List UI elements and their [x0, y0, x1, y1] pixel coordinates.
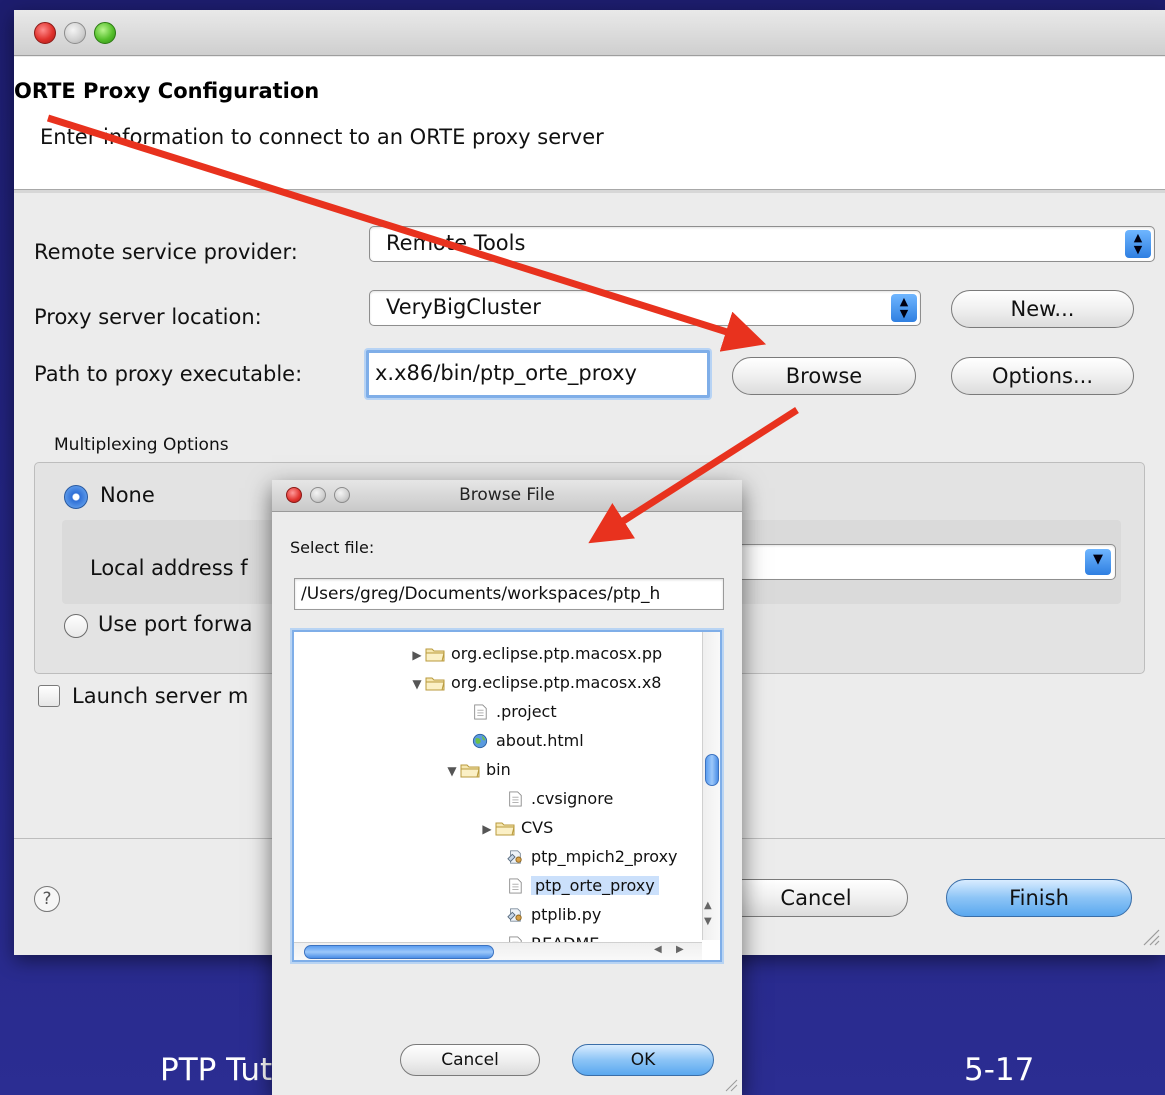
file-icon [505, 875, 525, 894]
browse-button[interactable]: Browse [732, 357, 916, 395]
file-path-input[interactable]: /Users/greg/Documents/workspaces/ptp_h [294, 578, 724, 610]
tree-item-label: org.eclipse.ptp.macosx.x8 [451, 673, 662, 692]
tree-item[interactable]: about.html [454, 727, 584, 755]
close-window-button[interactable] [34, 22, 56, 44]
scroll-up-arrow-icon[interactable]: ▲ [704, 900, 712, 911]
disclosure-expanded-icon[interactable]: ▼ [409, 670, 425, 698]
finish-button[interactable]: Finish [946, 879, 1132, 917]
local-address-label: Local address f [90, 556, 248, 580]
horizontal-scroll-thumb[interactable] [304, 945, 494, 959]
vertical-scroll-thumb[interactable] [705, 754, 719, 786]
banner-divider [14, 190, 1165, 193]
zoom-window-button[interactable] [94, 22, 116, 44]
scroll-down-arrow-icon[interactable]: ▼ [704, 916, 712, 927]
disclosure-collapsed-icon[interactable]: ▶ [479, 815, 495, 843]
help-icon[interactable]: ? [34, 886, 60, 912]
tree-item-label: ptp_orte_proxy [531, 876, 659, 895]
disclosure-collapsed-icon[interactable]: ▶ [409, 641, 425, 669]
multiplexing-title: Multiplexing Options [54, 435, 229, 455]
folder-icon [425, 672, 445, 691]
slide-page-number: 5-17 [964, 1052, 1035, 1088]
executable-icon [505, 904, 525, 922]
tree-item[interactable]: ptp_mpich2_proxy [489, 843, 678, 871]
path-input[interactable]: x.x86/bin/ptp_orte_proxy [366, 350, 710, 398]
tree-item-label: CVS [521, 818, 554, 837]
options-button[interactable]: Options... [951, 357, 1134, 395]
tree-item[interactable]: .project [454, 698, 557, 726]
remote-service-label: Remote service provider: [34, 240, 298, 264]
tree-item-label: .project [496, 702, 557, 721]
tree-item[interactable]: ▼ org.eclipse.ptp.macosx.x8 [409, 669, 661, 697]
file-tree[interactable]: ▶ org.eclipse.ptp.macosx.pp ▼ org.eclipse.p… [292, 630, 722, 962]
tree-item[interactable]: ▶ CVS [479, 814, 553, 842]
remote-service-select[interactable]: Remote Tools ▲ ▼ [369, 226, 1155, 262]
proxy-location-value: VeryBigCluster [386, 295, 541, 319]
dialog-ok-button[interactable]: OK [572, 1044, 714, 1076]
tree-item-label: bin [486, 760, 511, 779]
window-titlebar[interactable] [14, 10, 1165, 56]
tree-item[interactable]: .cvsignore [489, 785, 613, 813]
tree-item-label: ptplib.py [531, 905, 602, 924]
disclosure-expanded-icon[interactable]: ▼ [444, 757, 460, 785]
file-icon [505, 788, 525, 807]
tree-item-label: about.html [496, 731, 584, 750]
dialog-resize-grip-icon[interactable] [724, 1078, 738, 1092]
proxy-location-select[interactable]: VeryBigCluster ▲ ▼ [369, 290, 921, 326]
dialog-cancel-button[interactable]: Cancel [400, 1044, 540, 1076]
wizard-banner: ORTE Proxy Configuration Enter informati… [14, 57, 1165, 190]
new-connection-button[interactable]: New... [951, 290, 1134, 328]
mux-none-radio[interactable] [64, 485, 88, 509]
dropdown-arrow-icon: ▼ [1085, 549, 1111, 575]
tree-item-label: ptp_mpich2_proxy [531, 847, 678, 866]
select-file-label: Select file: [290, 538, 375, 557]
folder-icon [460, 759, 480, 778]
select-arrows-icon: ▲ ▼ [1125, 230, 1151, 258]
page-title: ORTE Proxy Configuration [14, 79, 320, 103]
folder-icon [495, 817, 515, 836]
page-description: Enter information to connect to an ORTE … [40, 125, 604, 149]
cancel-button[interactable]: Cancel [724, 879, 908, 917]
file-icon [470, 701, 490, 720]
tree-item[interactable]: ▶ org.eclipse.ptp.macosx.pp [409, 640, 662, 668]
folder-icon [425, 643, 445, 662]
resize-grip-icon[interactable] [1140, 926, 1160, 946]
tree-item[interactable]: ptplib.py [489, 901, 601, 929]
mux-port-forward-radio[interactable] [64, 614, 88, 638]
mux-port-forward-label: Use port forwa [98, 612, 253, 636]
tree-item-label: org.eclipse.ptp.macosx.pp [451, 644, 663, 663]
globe-icon [470, 730, 490, 749]
path-label: Path to proxy executable: [34, 362, 303, 386]
scroll-left-arrow-icon[interactable]: ◀ [654, 944, 662, 955]
executable-icon [505, 846, 525, 864]
launch-server-label: Launch server m [72, 684, 249, 708]
minimize-window-button[interactable] [64, 22, 86, 44]
remote-service-value: Remote Tools [386, 231, 526, 255]
dialog-title: Browse File [459, 485, 555, 505]
tree-item-label: .cvsignore [531, 789, 614, 808]
vertical-scrollbar[interactable] [702, 632, 720, 940]
launch-server-checkbox[interactable] [38, 685, 60, 707]
select-arrows-icon: ▲ ▼ [891, 294, 917, 322]
browse-file-dialog: Browse File Select file: /Users/greg/Doc… [272, 480, 742, 1095]
local-address-select[interactable]: ▼ [720, 544, 1116, 580]
scroll-right-arrow-icon[interactable]: ▶ [676, 944, 684, 955]
mux-none-label: None [100, 483, 155, 507]
proxy-location-label: Proxy server location: [34, 305, 262, 329]
tree-item[interactable]: ptp_orte_proxy [489, 872, 659, 900]
dialog-titlebar[interactable]: Browse File [272, 480, 742, 512]
tree-item[interactable]: ▼ bin [444, 756, 511, 785]
